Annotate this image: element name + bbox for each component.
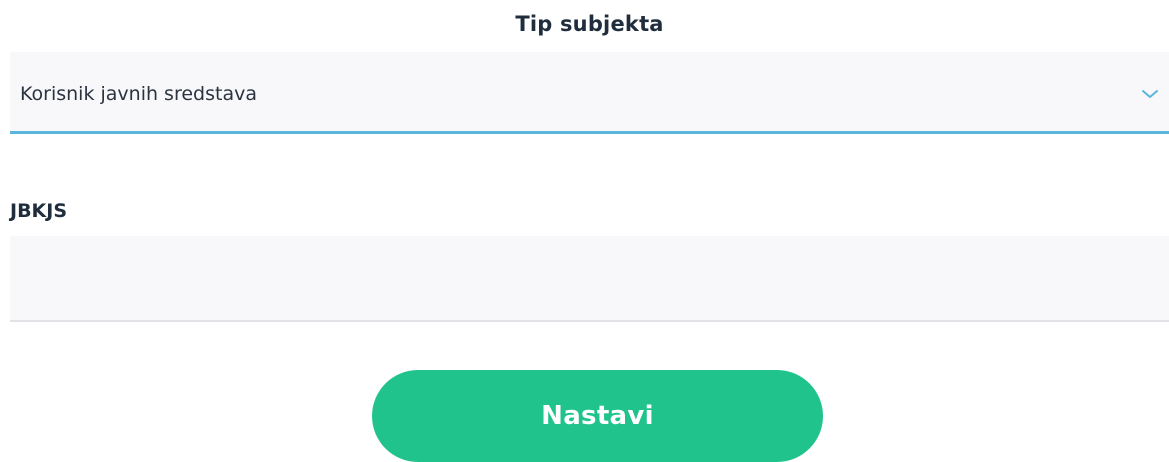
subject-form: Tip subjekta Korisnik javnih sredstava J…	[10, 0, 1169, 462]
jbkjs-input[interactable]	[10, 236, 1169, 322]
chevron-down-icon[interactable]	[1141, 88, 1159, 100]
jbkjs-label: JBKJS	[10, 200, 68, 222]
subject-type-select[interactable]: Korisnik javnih sredstava	[10, 52, 1169, 134]
subject-type-title: Tip subjekta	[515, 12, 664, 36]
continue-button[interactable]: Nastavi	[372, 370, 823, 462]
subject-type-selected-value: Korisnik javnih sredstava	[20, 83, 257, 105]
